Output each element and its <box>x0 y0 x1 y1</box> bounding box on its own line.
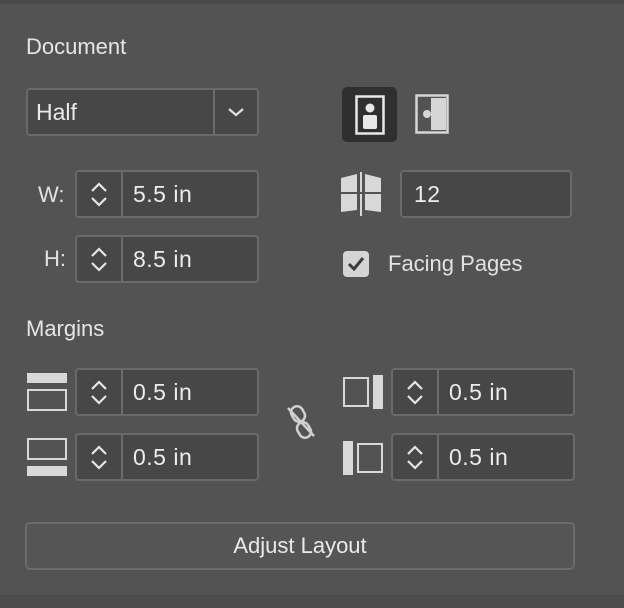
chevron-down-icon <box>407 459 423 470</box>
preset-dropdown-button[interactable] <box>213 90 257 134</box>
width-value: 5.5 in <box>133 181 193 207</box>
top-margin-field[interactable]: 0.5 in <box>75 368 259 416</box>
inside-margin-stepper[interactable] <box>393 370 439 414</box>
bottom-margin-value: 0.5 in <box>133 444 193 470</box>
portrait-orientation-icon <box>354 94 385 135</box>
chevron-up-icon <box>91 246 107 257</box>
chevron-up-icon <box>91 444 107 455</box>
panel-bottom-border <box>0 595 624 608</box>
height-value: 8.5 in <box>133 246 193 272</box>
top-margin-stepper[interactable] <box>77 370 123 414</box>
top-margin-icon <box>26 372 68 412</box>
width-field[interactable]: 5.5 in <box>75 170 259 218</box>
margins-heading: Margins <box>26 316 105 341</box>
outside-margin-value: 0.5 in <box>449 444 509 470</box>
facing-pages-checkbox[interactable] <box>343 251 369 277</box>
inside-margin-field[interactable]: 0.5 in <box>391 368 575 416</box>
bottom-margin-icon <box>26 437 68 477</box>
chevron-down-icon <box>91 261 107 272</box>
chevron-up-icon <box>407 444 423 455</box>
chevron-up-icon <box>91 379 107 390</box>
facing-pages-label: Facing Pages <box>388 251 523 276</box>
bottom-margin-field[interactable]: 0.5 in <box>75 433 259 481</box>
chevron-up-icon <box>407 379 423 390</box>
landscape-orientation-icon <box>415 94 449 134</box>
height-stepper[interactable] <box>77 237 123 281</box>
height-label: H: <box>44 246 66 271</box>
bottom-margin-stepper[interactable] <box>77 435 123 479</box>
panel-top-border <box>0 0 624 4</box>
outside-margin-stepper[interactable] <box>393 435 439 479</box>
chevron-up-icon <box>91 181 107 192</box>
top-margin-value: 0.5 in <box>133 379 193 405</box>
checkmark-icon <box>347 257 365 272</box>
number-of-pages-value: 12 <box>414 181 441 207</box>
inside-margin-icon <box>342 374 384 410</box>
document-preset-value: Half <box>36 99 77 125</box>
landscape-orientation-button[interactable] <box>410 92 454 136</box>
height-field[interactable]: 8.5 in <box>75 235 259 283</box>
document-heading: Document <box>26 34 127 59</box>
chevron-down-icon <box>91 459 107 470</box>
document-preset-dropdown[interactable]: Half <box>26 88 259 136</box>
width-label: W: <box>38 182 65 207</box>
adjust-layout-button[interactable]: Adjust Layout <box>25 522 575 570</box>
outside-margin-field[interactable]: 0.5 in <box>391 433 575 481</box>
unlink-chain-icon[interactable] <box>284 402 318 442</box>
portrait-orientation-button[interactable] <box>342 87 397 142</box>
chevron-down-icon <box>228 108 244 117</box>
chevron-down-icon <box>407 394 423 405</box>
chevron-down-icon <box>91 394 107 405</box>
number-of-pages-field[interactable]: 12 <box>400 170 572 218</box>
chevron-down-icon <box>91 196 107 207</box>
width-stepper[interactable] <box>77 172 123 216</box>
facing-pages-icon <box>338 172 384 216</box>
inside-margin-value: 0.5 in <box>449 379 509 405</box>
outside-margin-icon <box>342 440 384 476</box>
